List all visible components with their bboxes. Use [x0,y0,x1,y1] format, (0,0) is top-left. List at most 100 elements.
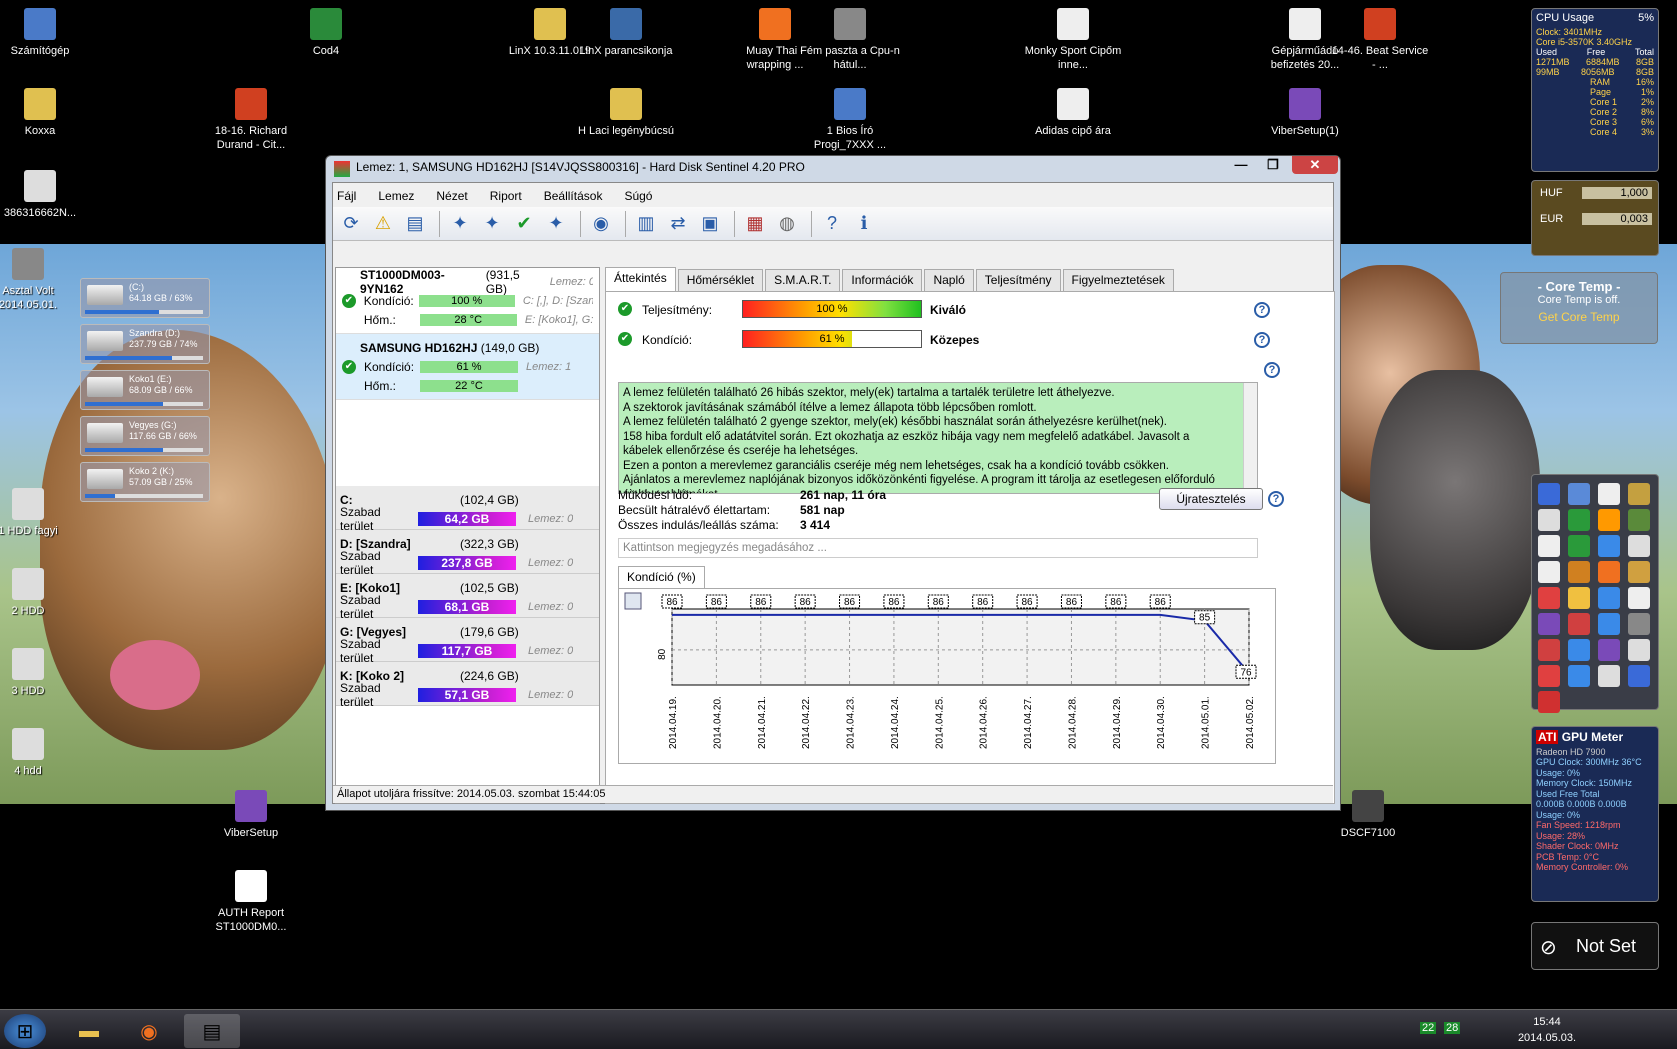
not-set-gadget[interactable]: ⊘ Not Set [1531,922,1659,970]
report-icon[interactable]: ▥ [632,210,660,238]
settings-icon[interactable]: ▦ [741,210,769,238]
hds-taskbar-icon[interactable]: ▤ [184,1014,240,1048]
app-launcher-icon[interactable] [1598,509,1620,531]
update-icon[interactable]: ⇄ [664,210,692,238]
app-launcher-icon[interactable] [1598,587,1620,609]
app-launcher-icon[interactable] [1598,535,1620,557]
partition-item[interactable]: C: (102,4 GB) Szabad terület 64,2 GB Lemez: … [336,486,599,533]
drive-gadget-item[interactable]: Szandra (D:) 237.79 GB / 74% [80,324,210,364]
app-launcher-icon[interactable] [1538,587,1560,609]
desktop-icon[interactable]: 18-16. Richard Durand - Cit... [201,88,301,152]
currency-value[interactable]: 0,003 [1582,213,1652,225]
clock-time[interactable]: 15:44 [1533,1016,1561,1028]
app-launcher-icon[interactable] [1568,509,1590,531]
desktop-icon[interactable]: 386316662N... [0,170,90,220]
desktop-icon[interactable]: Monky Sport Cipőm inne... [1023,8,1123,72]
help-icon[interactable]: ? [1264,362,1280,378]
app-launcher-icon[interactable] [1538,561,1560,583]
app-launcher-icon[interactable] [1568,561,1590,583]
currency-code[interactable]: HUF [1540,187,1563,199]
app-launcher-icon[interactable] [1568,483,1590,505]
desktop-icon[interactable]: 4 hdd [0,728,78,778]
coretemp-link[interactable]: Get Core Temp [1501,310,1657,324]
start-button[interactable]: ⊞ [4,1014,46,1048]
app-launcher-icon[interactable] [1538,483,1560,505]
app-launcher-icon[interactable] [1568,613,1590,635]
app-launcher-icon[interactable] [1568,535,1590,557]
app-launcher-icon[interactable] [1598,613,1620,635]
desktop-icon[interactable]: Cod4 [276,8,376,58]
desktop-icon[interactable]: Számítógép [0,8,90,58]
desktop-icon[interactable]: Asztal Volt 2014.05.01. [0,248,78,312]
app-launcher-icon[interactable] [1538,535,1560,557]
warning-icon[interactable]: ⚠ [369,210,397,238]
drive-gadget-item[interactable]: Koko 2 (K:) 57.09 GB / 25% [80,462,210,502]
explorer-icon[interactable]: ▬ [64,1014,114,1048]
tab-3[interactable]: Információk [842,269,923,291]
app-launcher-icon[interactable] [1568,587,1590,609]
help-icon[interactable]: ? [1254,332,1270,348]
tab-2[interactable]: S.M.A.R.T. [765,269,841,291]
info-icon[interactable]: ℹ [850,210,878,238]
tab-5[interactable]: Teljesítmény [975,269,1061,291]
desktop-icon[interactable]: Fém paszta a Cpu-n hátul... [800,8,900,72]
maximize-button[interactable]: ❐ [1258,156,1288,174]
app-launcher-icon[interactable] [1628,613,1650,635]
partition-item[interactable]: E: [Koko1] (102,5 GB) Szabad terület 68,1 G… [336,574,599,621]
app-launcher-icon[interactable] [1538,509,1560,531]
menu-item[interactable]: Fájl [337,189,356,207]
disk-info-icon[interactable]: ▤ [401,210,429,238]
desktop-icon[interactable]: 3 HDD [0,648,78,698]
test-icon[interactable]: ✦ [446,210,474,238]
menu-item[interactable]: Beállítások [544,189,603,207]
desktop-icon[interactable]: 14-46. Beat Service - ... [1330,8,1430,72]
tab-1[interactable]: Hőmérséklet [677,269,764,291]
desktop-icon[interactable]: Adidas cipő ára [1023,88,1123,138]
app-launcher-icon[interactable] [1568,639,1590,661]
test-check-icon[interactable]: ✔ [510,210,538,238]
help-icon[interactable]: ? [818,210,846,238]
test-icon[interactable]: ✦ [478,210,506,238]
menu-item[interactable]: Nézet [436,189,467,207]
tray-temp-1[interactable]: 22 [1420,1022,1437,1034]
desktop-icon[interactable]: 1 HDD fagyi [0,488,78,538]
menu-item[interactable]: Riport [490,189,522,207]
app-launcher-icon[interactable] [1628,535,1650,557]
currency-code[interactable]: EUR [1540,213,1563,225]
web-icon[interactable]: ◉ [587,210,615,238]
message-scrollbar[interactable] [1243,383,1257,493]
close-button[interactable]: ✕ [1292,156,1338,174]
desktop-icon[interactable]: H Laci legénybúcsú [576,88,676,138]
app-launcher-icon[interactable] [1628,509,1650,531]
note-input[interactable]: Kattintson megjegyzés megadásához ... [618,538,1258,558]
desktop-icon[interactable]: 2 HDD [0,568,78,618]
help-icon[interactable]: ? [1268,491,1284,507]
minimize-button[interactable]: — [1226,156,1256,174]
firefox-icon[interactable]: ◉ [124,1014,174,1048]
app-launcher-icon[interactable] [1598,639,1620,661]
chart-tab[interactable]: Kondíció (%) [618,566,705,588]
partition-item[interactable]: D: [Szandra] (322,3 GB) Szabad terület 237,… [336,530,599,577]
tray-temp-2[interactable]: 28 [1444,1022,1461,1034]
disk-item-0[interactable]: ST1000DM003-9YN162 (931,5 GB) Lemez: 0 ✔ K… [336,268,599,334]
retest-button[interactable]: Újratesztelés [1159,488,1263,510]
desktop-icon[interactable]: ViberSetup(1) [1255,88,1355,138]
app-launcher-icon[interactable] [1598,561,1620,583]
app-launcher-icon[interactable] [1538,691,1560,713]
app-launcher-icon[interactable] [1538,613,1560,635]
menu-item[interactable]: Lemez [378,189,414,207]
clock-date[interactable]: 2014.05.03. [1518,1032,1576,1044]
partition-item[interactable]: K: [Koko 2] (224,6 GB) Szabad terület 57,1 … [336,662,599,709]
partition-item[interactable]: G: [Vegyes] (179,6 GB) Szabad terület 117,7… [336,618,599,665]
save-chart-icon[interactable] [624,592,642,610]
app-launcher-icon[interactable] [1628,483,1650,505]
tab-0[interactable]: Áttekintés [605,267,676,291]
drive-gadget-item[interactable]: (C:) 64.18 GB / 63% [80,278,210,318]
app-launcher-icon[interactable] [1538,665,1560,687]
app-launcher-icon[interactable] [1538,639,1560,661]
app-launcher-icon[interactable] [1568,665,1590,687]
currency-value[interactable]: 1,000 [1582,187,1652,199]
help-icon[interactable]: ? [1254,302,1270,318]
disk-item-1[interactable]: SAMSUNG HD162HJ (149,0 GB) ✔ Kondíció: 61 … [336,334,599,400]
title-bar[interactable]: Lemez: 1, SAMSUNG HD162HJ [S14VJQSS80031… [326,156,1340,182]
